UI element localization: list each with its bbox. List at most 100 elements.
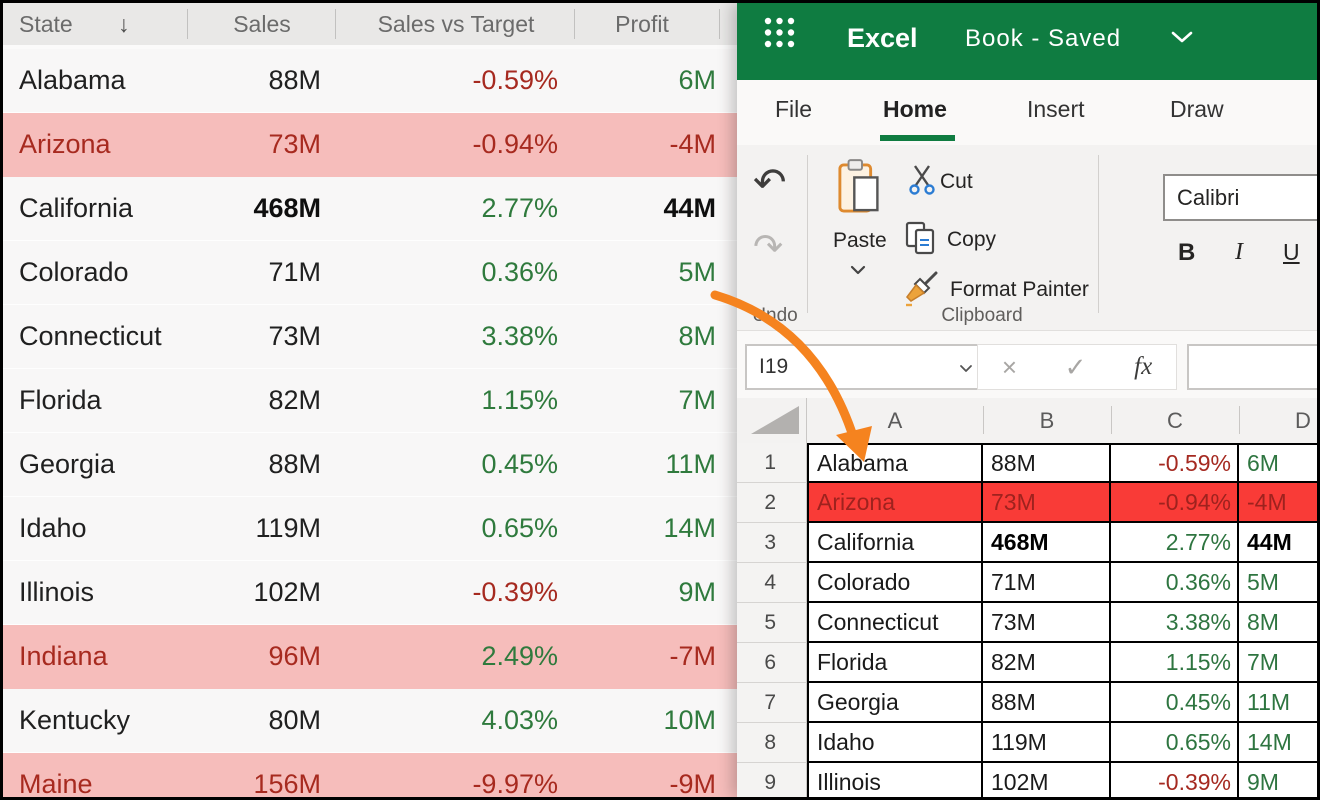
- grid-cell-D1[interactable]: 6M: [1239, 443, 1317, 483]
- column-header-state[interactable]: State: [19, 3, 73, 45]
- cell-profit: 44M: [558, 193, 716, 224]
- grid-cell-D7[interactable]: 11M: [1239, 683, 1317, 723]
- grid-cell-A2[interactable]: Arizona: [807, 483, 983, 523]
- grid-cell-B6[interactable]: 82M: [983, 643, 1111, 683]
- grid-cell-B7[interactable]: 88M: [983, 683, 1111, 723]
- excel-window: Excel Book - Saved File Home Insert Draw…: [737, 3, 1317, 797]
- grid-cell-B9[interactable]: 102M: [983, 763, 1111, 797]
- grid-cell-A4[interactable]: Colorado: [807, 563, 983, 603]
- grid-cell-D8[interactable]: 14M: [1239, 723, 1317, 763]
- column-header-sales-vs-target[interactable]: Sales vs Target: [336, 3, 576, 45]
- column-header-a[interactable]: A: [807, 398, 983, 443]
- tab-insert[interactable]: Insert: [1027, 96, 1085, 123]
- name-box[interactable]: I19: [745, 344, 985, 390]
- column-header-d[interactable]: D: [1239, 398, 1317, 443]
- cell-state: Arizona: [3, 129, 188, 160]
- enter-check-icon[interactable]: ✓: [1065, 352, 1087, 383]
- row-header[interactable]: 9: [737, 763, 807, 797]
- grid-cell-A1[interactable]: Alabama: [807, 443, 983, 483]
- column-header-sales[interactable]: Sales: [188, 3, 336, 45]
- grid-cell-C7[interactable]: 0.45%: [1111, 683, 1239, 723]
- format-painter-brush-icon[interactable]: [903, 271, 943, 309]
- paste-chevron-down-icon[interactable]: [850, 265, 866, 275]
- grid-cell-C3[interactable]: 2.77%: [1111, 523, 1239, 563]
- grid-cell-C9[interactable]: -0.39%: [1111, 763, 1239, 797]
- formula-input[interactable]: [1187, 344, 1317, 390]
- cell-target: 2.77%: [321, 193, 558, 224]
- grid-cell-A5[interactable]: Connecticut: [807, 603, 983, 643]
- grid-cell-B2[interactable]: 73M: [983, 483, 1111, 523]
- bold-button[interactable]: B: [1178, 239, 1195, 267]
- grid-cell-C5[interactable]: 3.38%: [1111, 603, 1239, 643]
- copy-pages-icon[interactable]: [905, 221, 939, 257]
- grid-row: 3California468M2.77%44M: [737, 523, 1317, 563]
- cell-sales: 468M: [188, 193, 321, 224]
- cell-profit: 9M: [558, 577, 716, 608]
- paste-clipboard-icon[interactable]: [837, 158, 887, 218]
- redo-icon[interactable]: ↷: [753, 229, 783, 265]
- copy-button-label[interactable]: Copy: [947, 228, 996, 252]
- row-header[interactable]: 2: [737, 483, 807, 523]
- grid-cell-D4[interactable]: 5M: [1239, 563, 1317, 603]
- table-row: Kentucky80M4.03%10M: [3, 689, 737, 753]
- table-header-row: State ↓ Sales Sales vs Target Profit: [3, 3, 737, 45]
- grid-cell-B8[interactable]: 119M: [983, 723, 1111, 763]
- column-headers-row: A B C D: [737, 398, 1317, 443]
- italic-button[interactable]: I: [1235, 239, 1243, 266]
- paste-button-label[interactable]: Paste: [833, 229, 887, 253]
- grid-cell-D6[interactable]: 7M: [1239, 643, 1317, 683]
- grid-cell-C8[interactable]: 0.65%: [1111, 723, 1239, 763]
- grid-cell-B5[interactable]: 73M: [983, 603, 1111, 643]
- excel-ribbon: ↶ ↷ Undo Paste Cut: [737, 145, 1317, 330]
- tab-file[interactable]: File: [775, 96, 812, 123]
- row-header[interactable]: 1: [737, 443, 807, 483]
- insert-function-fx-icon[interactable]: fx: [1134, 353, 1152, 381]
- grid-cell-A7[interactable]: Georgia: [807, 683, 983, 723]
- column-header-b[interactable]: B: [983, 398, 1111, 443]
- ribbon-divider: [807, 155, 808, 313]
- row-header[interactable]: 5: [737, 603, 807, 643]
- grid-cell-A3[interactable]: California: [807, 523, 983, 563]
- format-painter-button-label[interactable]: Format Painter: [950, 278, 1089, 302]
- grid-cell-B3[interactable]: 468M: [983, 523, 1111, 563]
- row-header[interactable]: 3: [737, 523, 807, 563]
- name-box-value: I19: [759, 355, 788, 379]
- grid-cell-B4[interactable]: 71M: [983, 563, 1111, 603]
- grid-cell-D2[interactable]: -4M: [1239, 483, 1317, 523]
- cut-button-label[interactable]: Cut: [940, 170, 973, 194]
- cut-scissors-icon[interactable]: [908, 164, 936, 196]
- grid-cell-C6[interactable]: 1.15%: [1111, 643, 1239, 683]
- cell-state: Illinois: [3, 577, 188, 608]
- grid-row: 9Illinois102M-0.39%9M: [737, 763, 1317, 797]
- grid-cell-D5[interactable]: 8M: [1239, 603, 1317, 643]
- grid-cell-B1[interactable]: 88M: [983, 443, 1111, 483]
- select-all-corner[interactable]: [737, 398, 807, 443]
- title-chevron-down-icon[interactable]: [1170, 30, 1194, 44]
- grid-cell-A6[interactable]: Florida: [807, 643, 983, 683]
- cancel-icon[interactable]: ×: [1002, 352, 1017, 383]
- app-launcher-waffle-icon[interactable]: [763, 16, 796, 49]
- grid-cell-C2[interactable]: -0.94%: [1111, 483, 1239, 523]
- tab-home[interactable]: Home: [883, 96, 947, 123]
- grid-cell-C4[interactable]: 0.36%: [1111, 563, 1239, 603]
- underline-button[interactable]: U: [1283, 239, 1300, 266]
- column-header-c[interactable]: C: [1111, 398, 1239, 443]
- font-name-combobox[interactable]: Calibri: [1163, 174, 1317, 221]
- cell-state: Idaho: [3, 513, 188, 544]
- grid-cell-A8[interactable]: Idaho: [807, 723, 983, 763]
- row-header[interactable]: 4: [737, 563, 807, 603]
- row-header[interactable]: 8: [737, 723, 807, 763]
- undo-icon[interactable]: ↶: [753, 163, 787, 203]
- document-title[interactable]: Book - Saved: [965, 25, 1121, 53]
- grid-cell-A9[interactable]: Illinois: [807, 763, 983, 797]
- grid-cell-D9[interactable]: 9M: [1239, 763, 1317, 797]
- tab-draw[interactable]: Draw: [1170, 96, 1224, 123]
- row-header[interactable]: 6: [737, 643, 807, 683]
- name-box-chevron-down-icon[interactable]: [959, 364, 973, 373]
- sort-descending-icon[interactable]: ↓: [118, 3, 130, 45]
- cell-state: Colorado: [3, 257, 188, 288]
- row-header[interactable]: 7: [737, 683, 807, 723]
- grid-cell-D3[interactable]: 44M: [1239, 523, 1317, 563]
- grid-cell-C1[interactable]: -0.59%: [1111, 443, 1239, 483]
- column-header-profit[interactable]: Profit: [576, 3, 708, 45]
